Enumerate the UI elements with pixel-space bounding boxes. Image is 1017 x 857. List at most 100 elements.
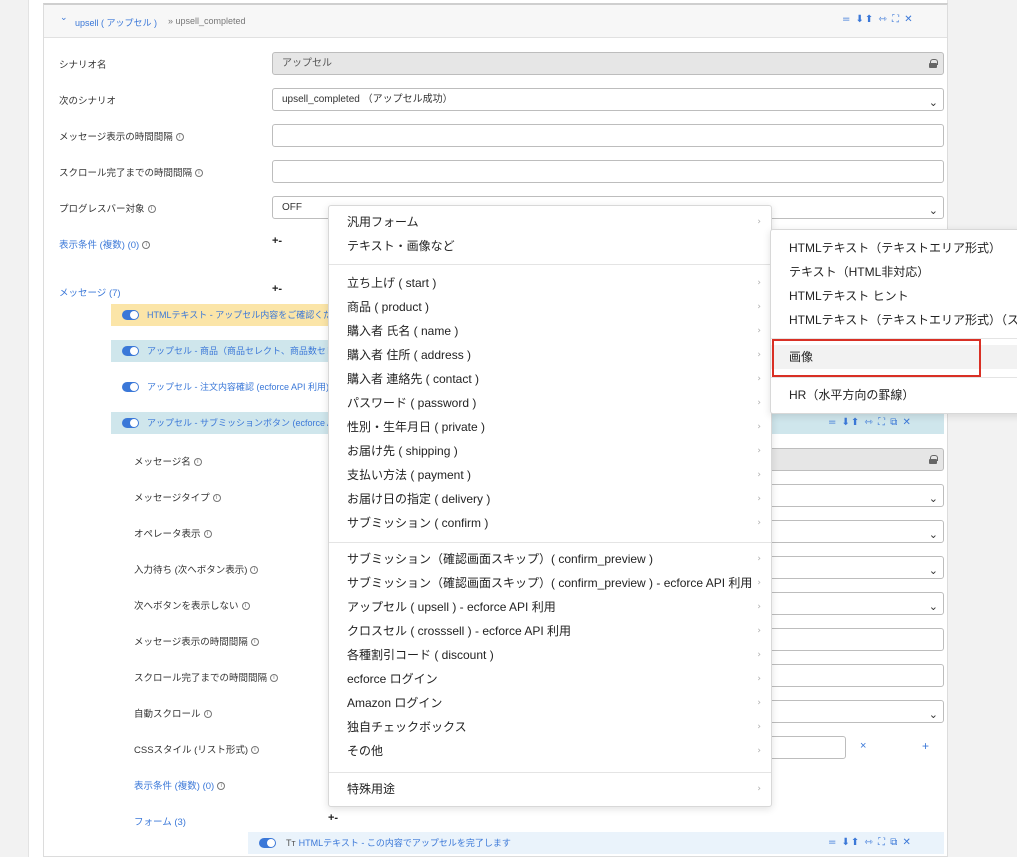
menu-item[interactable]: アップセル ( upsell ) - ecforce API 利用 › [329, 595, 771, 619]
chevron-right-icon: › [757, 554, 761, 564]
detail-msg-interval-label: メッセージ表示の時間間隔 i [134, 634, 259, 648]
detail-wait-input-select[interactable]: ⌄ [760, 556, 944, 579]
form-add-remove[interactable]: +- [328, 812, 338, 824]
menu-divider [329, 542, 771, 543]
menu-item[interactable]: 性別・生年月日 ( private ) › [329, 415, 771, 439]
info-icon: i [203, 710, 212, 719]
chevron-right-icon: › [757, 650, 761, 660]
chevron-right-icon: › [757, 350, 761, 360]
progress-value: OFF [282, 202, 302, 213]
detail-css-style-input[interactable] [760, 736, 846, 759]
menu-item[interactable]: お届け日の指定 ( delivery ) › [329, 487, 771, 511]
card-header: ⌄ upsell ( アップセル ) » upsell_completed = … [44, 5, 947, 38]
scroll-interval-label: スクロール完了までの時間間隔 i [59, 165, 204, 179]
chevron-down-icon: ⌄ [928, 492, 938, 505]
menu-item[interactable]: ecforce ログイン › [329, 667, 771, 691]
detail-wait-input-label: 入力待ち (次へボタン表示) i [134, 562, 259, 576]
toggle-switch[interactable] [122, 418, 139, 428]
toggle-switch[interactable] [122, 346, 139, 356]
info-icon: i [212, 494, 221, 503]
menu-item[interactable]: Amazon ログイン › [329, 691, 771, 715]
messages-add-remove[interactable]: +- [272, 283, 282, 295]
menu-item[interactable]: パスワード ( password ) › [329, 391, 771, 415]
menu-item[interactable]: サブミッション（確認画面スキップ）( confirm_preview ) › [329, 547, 771, 571]
add-message-menu: 汎用フォーム › テキスト・画像など 立ち上げ ( start ) › 商品 ( pr… [328, 205, 772, 807]
chevron-right-icon: › [757, 626, 761, 636]
detail-hide-next-select[interactable]: ⌄ [760, 592, 944, 615]
scenario-title[interactable]: upsell ( アップセル ) [75, 16, 157, 29]
message-action-icons[interactable]: = ⬇⬆ ⇿ ⛶ ⧉ ✕ [828, 417, 912, 428]
menu-item[interactable]: 支払い方法 ( payment ) › [329, 463, 771, 487]
info-icon: i [147, 205, 156, 214]
toggle-switch[interactable] [122, 310, 139, 320]
info-icon: i [193, 458, 202, 467]
chevron-right-icon: › [757, 217, 761, 227]
form-item-action-icons[interactable]: = ⬇⬆ ⇿ ⛶ ⧉ ✕ [828, 837, 912, 848]
css-add-button[interactable]: + [922, 739, 929, 753]
info-icon: i [250, 638, 259, 647]
menu-item[interactable]: 各種割引コード ( discount ) › [329, 643, 771, 667]
menu-item[interactable]: 購入者 氏名 ( name ) › [329, 319, 771, 343]
menu-item-special[interactable]: 特殊用途 › [329, 777, 771, 801]
toggle-switch[interactable] [259, 838, 276, 848]
msg-interval-input[interactable] [272, 124, 944, 147]
next-scenario-value: upsell_completed （アップセル成功） [282, 94, 453, 105]
menu-item[interactable]: 商品 ( product ) › [329, 295, 771, 319]
detail-operator-select[interactable]: ⌄ [760, 520, 944, 543]
menu-item[interactable]: 購入者 住所 ( address ) › [329, 343, 771, 367]
info-icon: i [203, 530, 212, 539]
menu-item[interactable]: 独自チェックボックス › [329, 715, 771, 739]
scenario-name-label: シナリオ名 [59, 60, 107, 71]
chevron-right-icon: › [757, 602, 761, 612]
scenario-next-label: » upsell_completed [168, 16, 246, 26]
display-cond-link[interactable]: 表示条件 (複数) (0) i [59, 237, 151, 251]
message-item[interactable]: HTMLテキスト - アップセル内容をご確認くだ [111, 304, 331, 326]
collapse-chevron-icon[interactable]: ⌄ [60, 13, 68, 23]
menu-divider [329, 772, 771, 773]
detail-css-style-label: CSSスタイル (リスト形式) i [134, 742, 260, 756]
text-type-icon: Tт [286, 838, 296, 848]
menu-divider [771, 377, 1017, 378]
chevron-down-icon: ⌄ [928, 564, 938, 577]
detail-msg-interval-input[interactable] [760, 628, 944, 651]
chevron-right-icon: › [757, 722, 761, 732]
menu-item[interactable]: その他 › [329, 739, 771, 763]
chevron-right-icon: › [757, 784, 761, 794]
detail-msg-type-select[interactable]: ⌄ [760, 484, 944, 507]
menu-item[interactable]: クロスセル ( crosssell ) - ecforce API 利用 › [329, 619, 771, 643]
submenu-item-hr[interactable]: HR（水平方向の罫線） [771, 383, 1017, 407]
menu-item[interactable]: お届け先 ( shipping ) › [329, 439, 771, 463]
menu-item[interactable]: サブミッション（確認画面スキップ）( confirm_preview ) - e… [329, 571, 771, 595]
submenu-item[interactable]: HTMLテキスト ヒント [771, 284, 1017, 308]
submenu-item[interactable]: HTMLテキスト（テキストエリア形式）（ス [771, 308, 1017, 332]
menu-item[interactable]: 立ち上げ ( start ) › [329, 271, 771, 295]
detail-scroll-interval-input[interactable] [760, 664, 944, 687]
menu-item-text-image[interactable]: テキスト・画像など [329, 234, 771, 258]
toggle-switch[interactable] [122, 382, 139, 392]
submenu-item[interactable]: HTMLテキスト（テキストエリア形式） [771, 236, 1017, 260]
display-cond-add-remove[interactable]: +- [272, 235, 282, 247]
css-remove-button[interactable]: × [860, 740, 866, 752]
detail-msg-type-label: メッセージタイプ i [134, 490, 221, 504]
detail-display-cond-link[interactable]: 表示条件 (複数) (0) i [134, 778, 226, 792]
message-item[interactable]: アップセル - 商品（商品セレクト、商品数セレ [111, 340, 331, 362]
submenu-item[interactable]: テキスト（HTML非対応） [771, 260, 1017, 284]
card-action-icons[interactable]: = ⬇⬆ ⇿ ⛶ ✕ [842, 14, 914, 25]
highlight-box [772, 339, 981, 377]
menu-item-general-form[interactable]: 汎用フォーム › [329, 210, 771, 234]
chevron-right-icon: › [757, 398, 761, 408]
chevron-right-icon: › [757, 374, 761, 384]
chevron-down-icon: ⌄ [928, 708, 938, 721]
messages-link[interactable]: メッセージ (7) [59, 285, 121, 299]
detail-hide-next-label: 次へボタンを表示しない i [134, 598, 250, 612]
chevron-down-icon: ⌄ [928, 204, 938, 217]
detail-auto-scroll-select[interactable]: ⌄ [760, 700, 944, 723]
scroll-interval-input[interactable] [272, 160, 944, 183]
message-item[interactable]: アップセル - 注文内容確認 (ecforce API 利用) [111, 376, 331, 398]
menu-item[interactable]: 購入者 連絡先 ( contact ) › [329, 367, 771, 391]
menu-item[interactable]: サブミッション ( confirm ) › [329, 511, 771, 535]
info-icon: i [142, 241, 151, 250]
chevron-down-icon: ⌄ [928, 96, 938, 109]
next-scenario-select[interactable]: upsell_completed （アップセル成功） ⌄ [272, 88, 944, 111]
detail-form-link[interactable]: フォーム (3) [134, 814, 186, 828]
